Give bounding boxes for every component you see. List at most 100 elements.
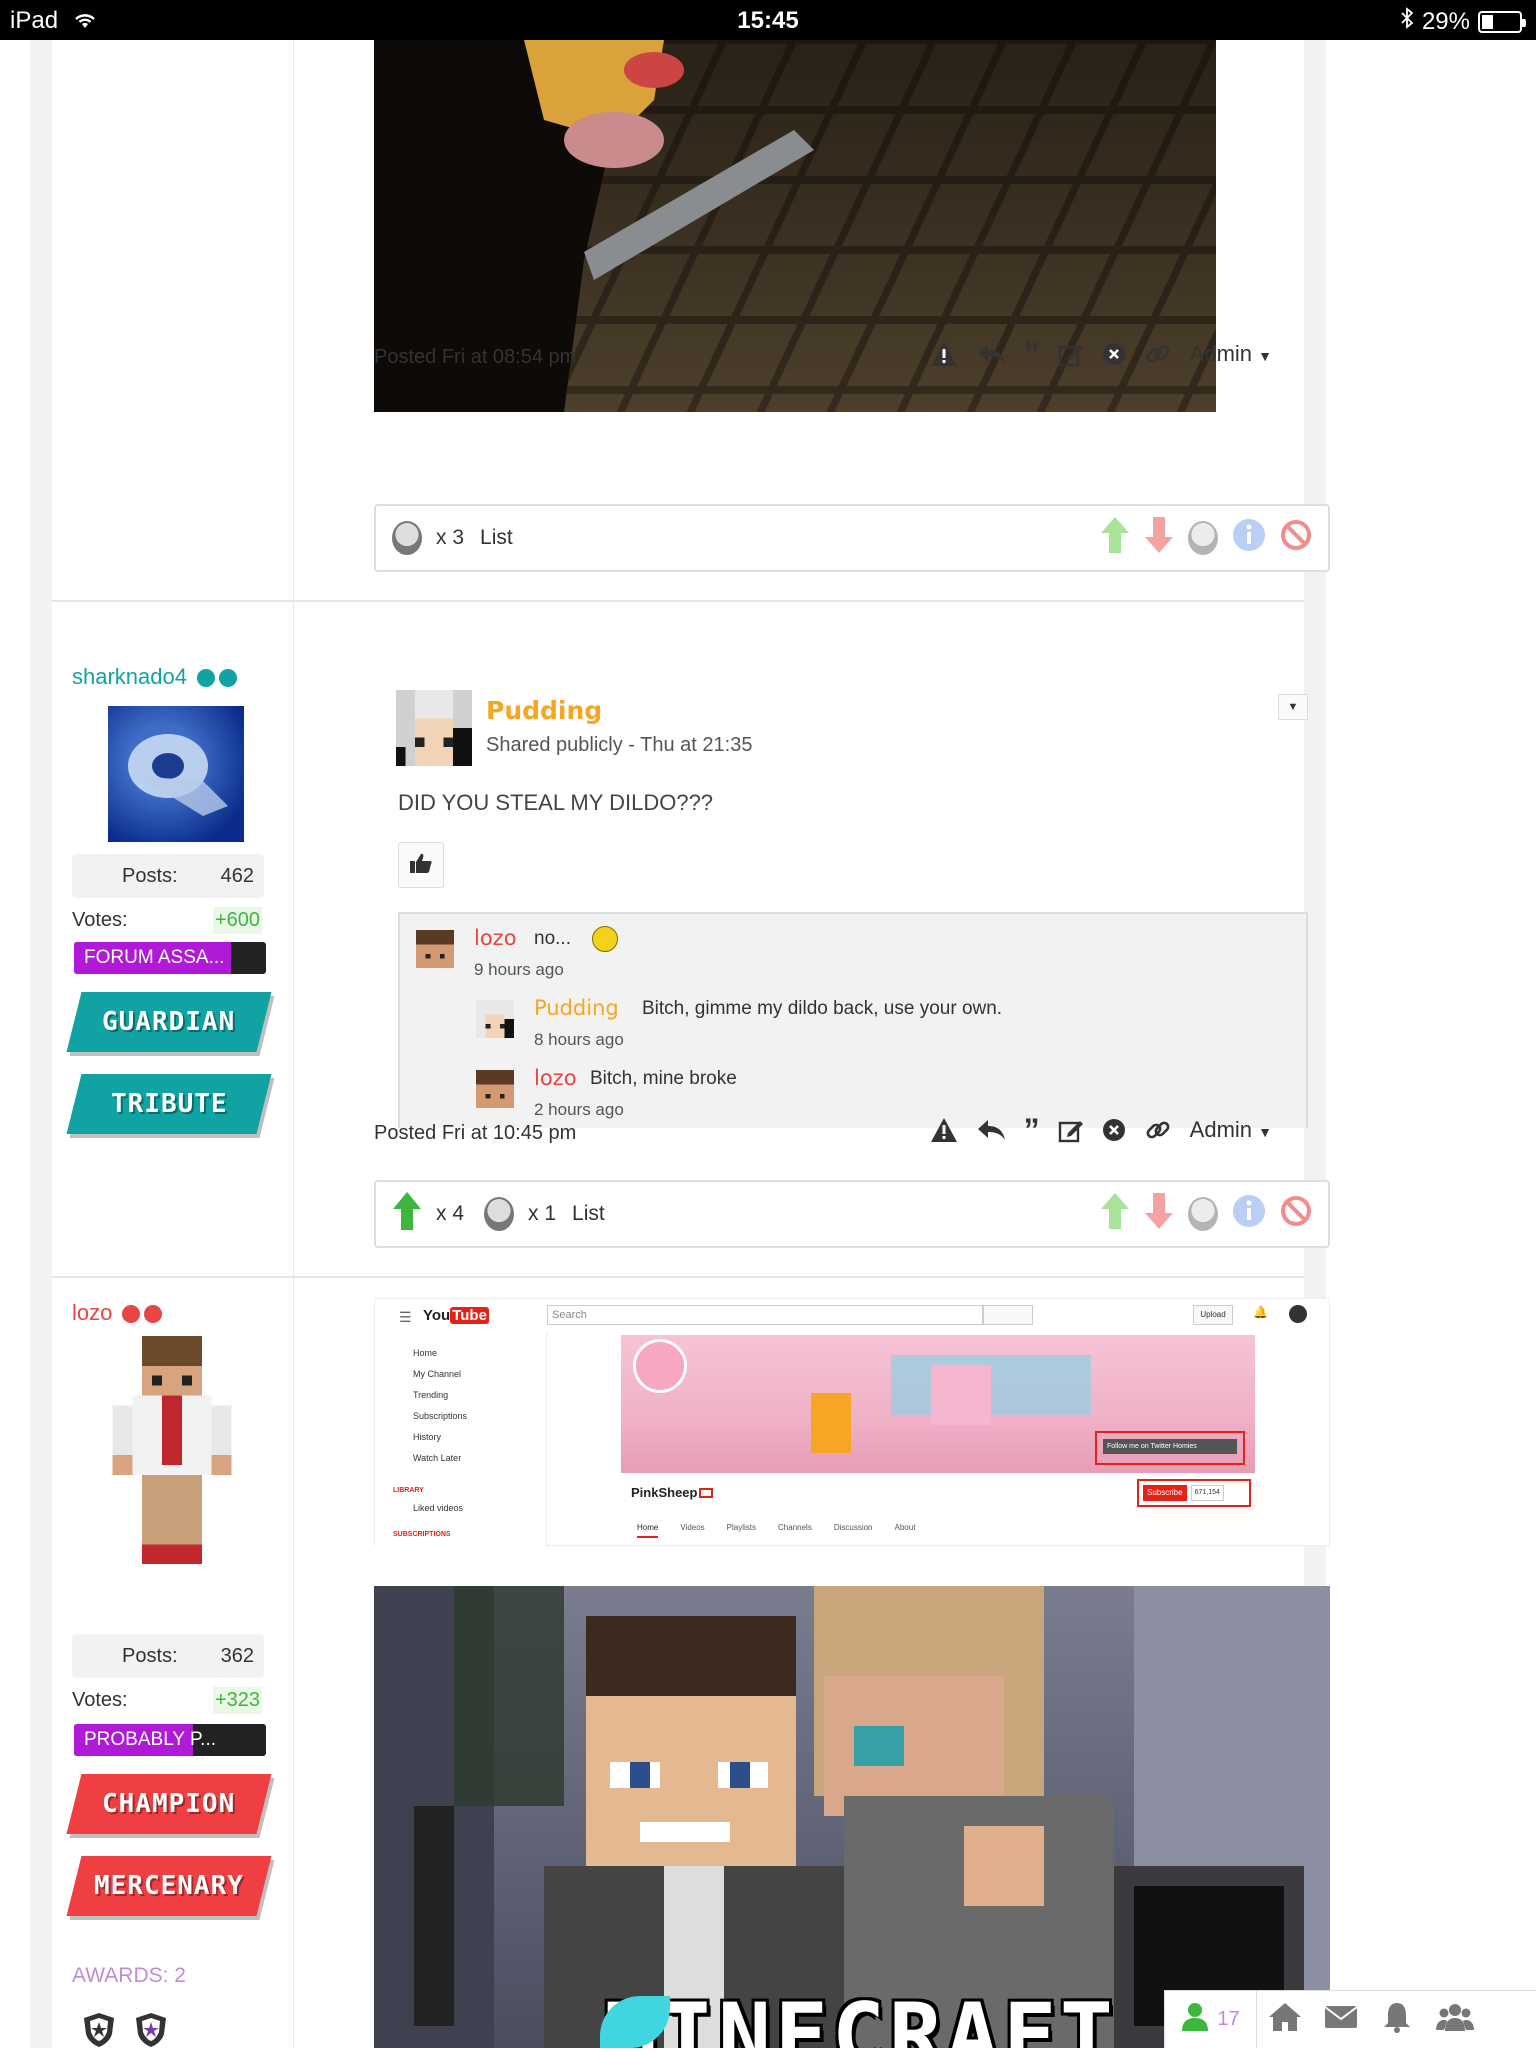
battery-icon (1478, 10, 1526, 33)
up-count: x 4 (436, 1202, 465, 1225)
search-placeholder: Search (552, 1309, 587, 1321)
post2-author-name[interactable]: sharknado4 (72, 664, 238, 690)
battery-percent: 29% (1421, 7, 1470, 35)
card-menu-button[interactable]: ▼ (1278, 694, 1308, 720)
card-author-name[interactable]: Pudding (486, 696, 602, 725)
comment-author[interactable]: lozo (474, 926, 517, 950)
twitter-link: Follow me on Twitter Homies (1103, 1439, 1237, 1454)
report-icon[interactable] (930, 1117, 958, 1143)
info-icon[interactable] (1232, 1194, 1266, 1234)
info-icon[interactable] (1232, 518, 1266, 558)
post3-author-name[interactable]: lozo (72, 1300, 163, 1326)
posts-count: 362 (220, 1644, 254, 1667)
downvote-icon[interactable] (1144, 516, 1174, 560)
youtube-screenshot[interactable]: ☰ You Tube Search Upload 🔔 Home My Channe… (374, 1298, 1330, 1547)
rank-label: PROBABLY P... (74, 1724, 216, 1756)
edit-icon[interactable] (1058, 1117, 1084, 1143)
subscribe-highlight: Subscribe 671,154 (1137, 1479, 1251, 1507)
admin-label: Admin (1189, 1117, 1253, 1142)
post3-posts-row: Posts: 362 (72, 1634, 264, 1678)
vote-list-link[interactable]: List (572, 1202, 605, 1226)
post2-timestamp: Posted Fri at 10:45 pm (374, 1122, 577, 1144)
admin-label: Admin (1189, 341, 1253, 366)
block-icon[interactable] (1280, 1195, 1312, 1233)
quote-icon[interactable]: ” (1024, 1114, 1040, 1146)
edit-icon[interactable] (1058, 341, 1084, 367)
reply-icon[interactable] (976, 1118, 1006, 1142)
lozo-avatar[interactable] (416, 930, 454, 968)
yt-avatar (1289, 1305, 1307, 1323)
page: Posted Fri at 08:54 pm ” Admin ▼ x 3 Lis… (0, 40, 1536, 2048)
comment-author[interactable]: lozo (534, 1066, 577, 1090)
quote-icon[interactable]: ” (1024, 338, 1040, 370)
delete-icon[interactable] (1102, 342, 1126, 366)
bluetooth-icon (1400, 7, 1414, 36)
post3-sidebar: lozo Posts: 362 Votes: +323 PROBABLY P..… (52, 1278, 294, 2048)
post2-avatar[interactable] (108, 706, 244, 842)
channel-tab: Discussion (833, 1523, 873, 1532)
status-dot (144, 1305, 163, 1324)
envelope-icon (1324, 2005, 1358, 2034)
post3-thumbnail-image[interactable]: MINECRAFT (374, 1586, 1330, 2048)
post1-tools: ” Admin ▼ (930, 338, 1272, 370)
bell-icon: 🔔 (1253, 1305, 1268, 1319)
channel-tab: Videos (680, 1523, 705, 1532)
post2-rank-bar: FORUM ASSA... (74, 942, 266, 974)
online-users[interactable]: 17 (1165, 1991, 1257, 2048)
admin-menu[interactable]: Admin ▼ (1190, 1117, 1272, 1143)
post3-avatar[interactable] (112, 1336, 232, 1584)
yt-search-input: Search (547, 1305, 983, 1325)
face-vote-icon (392, 521, 422, 555)
posts-label: Posts: (122, 1644, 178, 1667)
downvote-icon[interactable] (1144, 1192, 1174, 1236)
channel-name: PinkSheep (631, 1485, 714, 1500)
lozo-avatar[interactable] (476, 1070, 514, 1108)
post1-timestamp: Posted Fri at 08:54 pm (374, 346, 577, 368)
pink-sheep (931, 1365, 991, 1425)
yt-liked: Liked videos (413, 1503, 464, 1513)
pudding-avatar[interactable] (476, 1000, 514, 1038)
upvote-icon[interactable] (1100, 516, 1130, 560)
face-vote-icon[interactable] (1188, 521, 1218, 555)
home-button[interactable] (1257, 1991, 1313, 2048)
votes-count: +600 (212, 906, 262, 934)
notifications-button[interactable] (1369, 1991, 1425, 2048)
face-vote-icon[interactable] (1188, 1197, 1218, 1231)
link-icon[interactable] (1144, 340, 1172, 368)
rank-label: FORUM ASSA... (74, 942, 232, 974)
thumbs-up-icon (409, 852, 433, 879)
posts-count: 462 (220, 864, 254, 887)
comment-text: no... (534, 928, 571, 949)
status-bar: iPad 15:45 29% (0, 0, 1536, 40)
groups-button[interactable] (1425, 1991, 1485, 2048)
channel-tab: Home (637, 1523, 659, 1538)
upvote-icon[interactable] (1100, 1192, 1130, 1236)
awards-label[interactable]: AWARDS: 2 (72, 1964, 186, 1988)
yt-nav-item: History (413, 1432, 442, 1442)
link-icon[interactable] (1144, 1116, 1172, 1144)
status-dot (219, 669, 238, 688)
youtube-logo: You Tube (423, 1307, 489, 1324)
block-icon[interactable] (1280, 519, 1312, 557)
post2-vote-bar: x 4 x 1 List (374, 1180, 1330, 1248)
reply-icon[interactable] (976, 342, 1006, 366)
shield-award-icon[interactable] (82, 2012, 116, 2053)
messages-button[interactable] (1313, 1991, 1369, 2048)
wink-emoji-icon (592, 926, 618, 952)
yt-search-button (983, 1305, 1033, 1325)
status-dot (197, 669, 216, 688)
online-count: 17 (1217, 2008, 1240, 2030)
thumbs-up-button[interactable] (398, 842, 444, 888)
shield-award-icon[interactable] (134, 2012, 168, 2053)
pudding-avatar[interactable] (396, 690, 472, 766)
admin-menu[interactable]: Admin ▼ (1190, 341, 1272, 367)
delete-icon[interactable] (1102, 1118, 1126, 1142)
vote-list-link[interactable]: List (480, 526, 513, 550)
badge-label: MERCENARY (94, 1871, 244, 1901)
user-icon (1181, 2002, 1209, 2037)
bell-icon (1382, 2001, 1412, 2038)
post3-rank-bar: PROBABLY P... (74, 1724, 266, 1756)
report-icon[interactable] (930, 341, 958, 367)
author-name-text: lozo (72, 1300, 113, 1325)
comment-author[interactable]: Pudding (534, 996, 619, 1020)
